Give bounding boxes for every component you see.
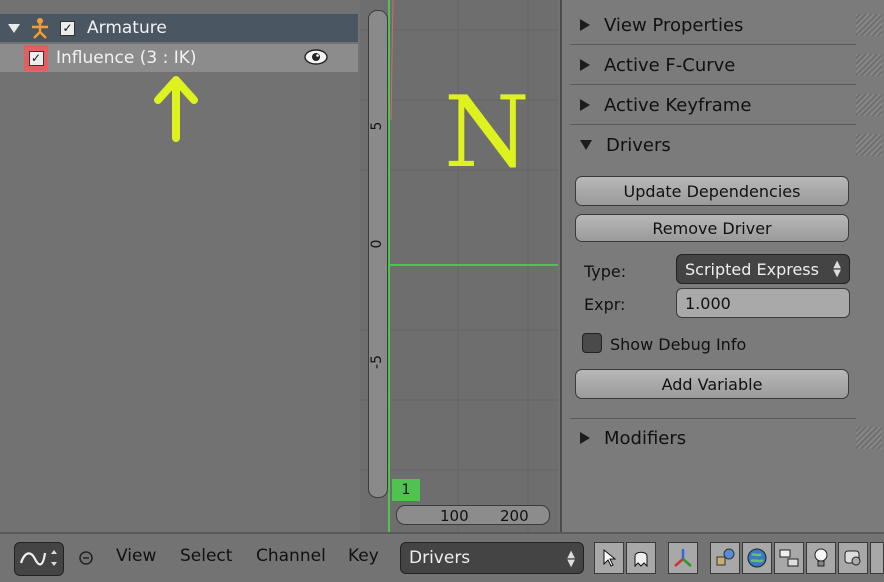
properties-sidebar: View Properties Active F-Curve Active Ke… [560,0,884,532]
header-toolbar: View Select Channel Key Drivers ▲ ▼ [0,532,884,582]
x-tick-label: 200 [500,507,529,525]
panel-title: View Properties [604,14,744,36]
cursor-arrow-icon [603,548,617,567]
armature-label: Armature [87,18,167,38]
expanded-triangle-icon [580,140,592,150]
filter-lamp-button[interactable] [806,542,836,574]
show-hidden-button[interactable] [626,542,656,574]
filter-material-button[interactable] [838,542,868,574]
armature-checkbox[interactable]: ✓ [60,20,75,36]
collapsed-triangle-icon [580,59,590,71]
expr-label: Expr: [584,295,626,314]
current-frame-indicator[interactable]: 1 [392,479,420,501]
eye-icon[interactable] [304,48,328,66]
lamp-icon [814,548,828,567]
drag-grip-icon[interactable] [856,427,882,449]
expand-triangle-icon[interactable] [8,23,20,33]
filter-world-button[interactable] [742,542,772,574]
menu-key[interactable]: Key [348,546,379,566]
menu-view[interactable]: View [116,546,156,566]
panel-modifiers[interactable]: Modifiers [570,418,882,457]
panel-title: Drivers [606,134,671,156]
add-variable-button[interactable]: Add Variable [575,369,849,399]
armature-icon [32,18,48,39]
drag-grip-icon[interactable] [856,94,882,116]
channel-list: ✓ Armature ✓ Influence (3 : IK) [0,0,358,532]
drag-grip-icon[interactable] [856,54,882,76]
influence-checkbox-wrap[interactable]: ✓ [24,45,48,71]
driver-type-select[interactable]: Scripted Express ▲ ▼ [676,254,850,284]
x-tick-label: 100 [440,507,469,525]
collapsed-triangle-icon [580,19,590,31]
remove-driver-button[interactable]: Remove Driver [575,214,849,242]
drag-grip-icon[interactable] [856,134,882,156]
panel-title: Modifiers [604,427,687,449]
graph-editor-icon [19,550,57,566]
influence-label: Influence (3 : IK) [56,48,197,68]
nodes-icon [779,549,799,567]
panel-drivers[interactable]: Drivers [570,126,882,164]
channel-row-armature[interactable]: ✓ Armature [0,14,358,42]
y-tick-label: 0 [369,239,385,249]
more-filters-button[interactable] [870,542,884,574]
show-debug-label: Show Debug Info [610,335,747,354]
only-selected-button[interactable] [594,542,624,574]
n-key-annotation: N [444,76,530,190]
auto-normalize-button[interactable] [668,542,698,574]
type-label: Type: [584,262,627,281]
annotation-arrow-icon [154,76,198,142]
scene-icon [716,548,735,566]
world-icon [747,548,767,568]
panel-title: Active Keyframe [604,94,752,116]
menu-channel[interactable]: Channel [256,546,326,566]
collapsed-triangle-icon [580,432,590,444]
y-tick-label: 5 [369,121,385,131]
axes-icon [674,549,692,567]
panel-active-keyframe[interactable]: Active Keyframe [570,86,882,125]
panel-active-fcurve[interactable]: Active F-Curve [570,46,882,85]
y-tick-label: -5 [369,355,385,369]
show-debug-checkbox[interactable] [582,333,602,353]
filter-nodetree-button[interactable] [774,542,804,574]
material-icon [844,550,861,566]
expression-field[interactable]: 1.000 [676,288,850,318]
collapsed-triangle-icon [580,99,590,111]
collapse-menu-icon[interactable] [78,550,94,566]
update-dependencies-button[interactable]: Update Dependencies [575,176,849,206]
mode-select[interactable]: Drivers ▲ ▼ [400,542,584,574]
mode-value: Drivers [409,548,471,568]
ghost-icon [634,551,648,568]
panel-title: Active F-Curve [604,54,736,76]
spinner-arrows-icon: ▲ ▼ [567,549,575,569]
influence-checkbox[interactable]: ✓ [28,50,44,66]
panel-view-properties[interactable]: View Properties [570,6,882,45]
filter-scene-button[interactable] [710,542,740,574]
menu-select[interactable]: Select [180,546,232,566]
red-curve [390,0,394,121]
driver-type-value: Scripted Express [685,259,819,279]
spinner-arrows-icon: ▲ ▼ [833,259,841,279]
channel-row-influence[interactable]: ✓ Influence (3 : IK) [0,44,358,72]
drag-grip-icon[interactable] [856,14,882,36]
vertical-scrollbar[interactable] [368,10,388,498]
editor-type-selector[interactable] [14,542,64,576]
